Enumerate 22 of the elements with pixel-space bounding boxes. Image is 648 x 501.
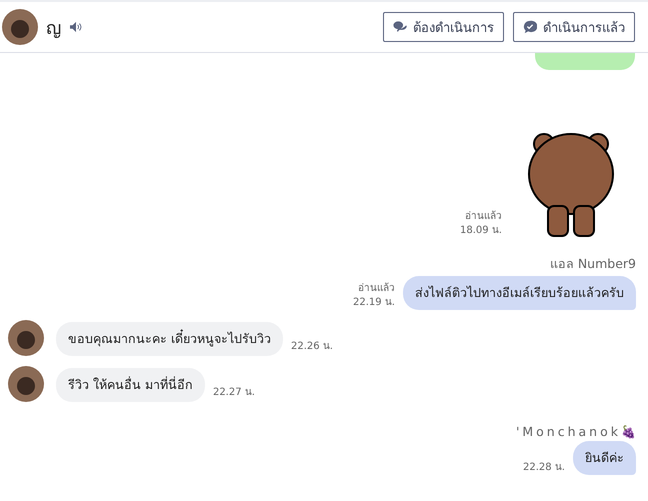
- message-time: 22.19 น.: [353, 296, 395, 310]
- avatar-icon: [8, 320, 44, 356]
- message-time: 22.28 น.: [523, 461, 565, 475]
- message-time: 18.09 น.: [460, 224, 502, 238]
- read-status: อ่านแล้ว: [465, 210, 502, 224]
- contact-name: ญ: [46, 16, 61, 40]
- message-bubble: รีวิว ให้คนอื่น มาที่นี่อีก: [56, 368, 205, 402]
- chat-bubbles-icon: [393, 20, 407, 34]
- sender-name: 'Monchanok🍇: [516, 424, 636, 439]
- status-button[interactable]: ดำเนินการแล้ว: [513, 12, 635, 42]
- message-time: 22.26 น.: [290, 340, 333, 354]
- message-bubble: ส่งไฟล์ติวไปทางอีเมล์เรียบร้อยแล้วครับ: [403, 276, 636, 310]
- message-bubble: ยินดีค่ะ: [573, 441, 636, 475]
- avatar-icon: [2, 9, 38, 45]
- speaker-icon[interactable]: [69, 21, 83, 33]
- message-bubble: ขอบคุณมากนะคะ เดี๋ยวหนูจะไปรับวิว: [56, 322, 283, 356]
- chat-check-icon: [523, 20, 537, 34]
- sender-name: แอล Number9: [550, 255, 636, 273]
- status-button[interactable]: ต้องดำเนินการ: [383, 12, 504, 42]
- message-time: 22.27 น.: [212, 386, 255, 400]
- avatar-icon: [8, 366, 44, 402]
- read-status: อ่านแล้ว: [358, 282, 395, 296]
